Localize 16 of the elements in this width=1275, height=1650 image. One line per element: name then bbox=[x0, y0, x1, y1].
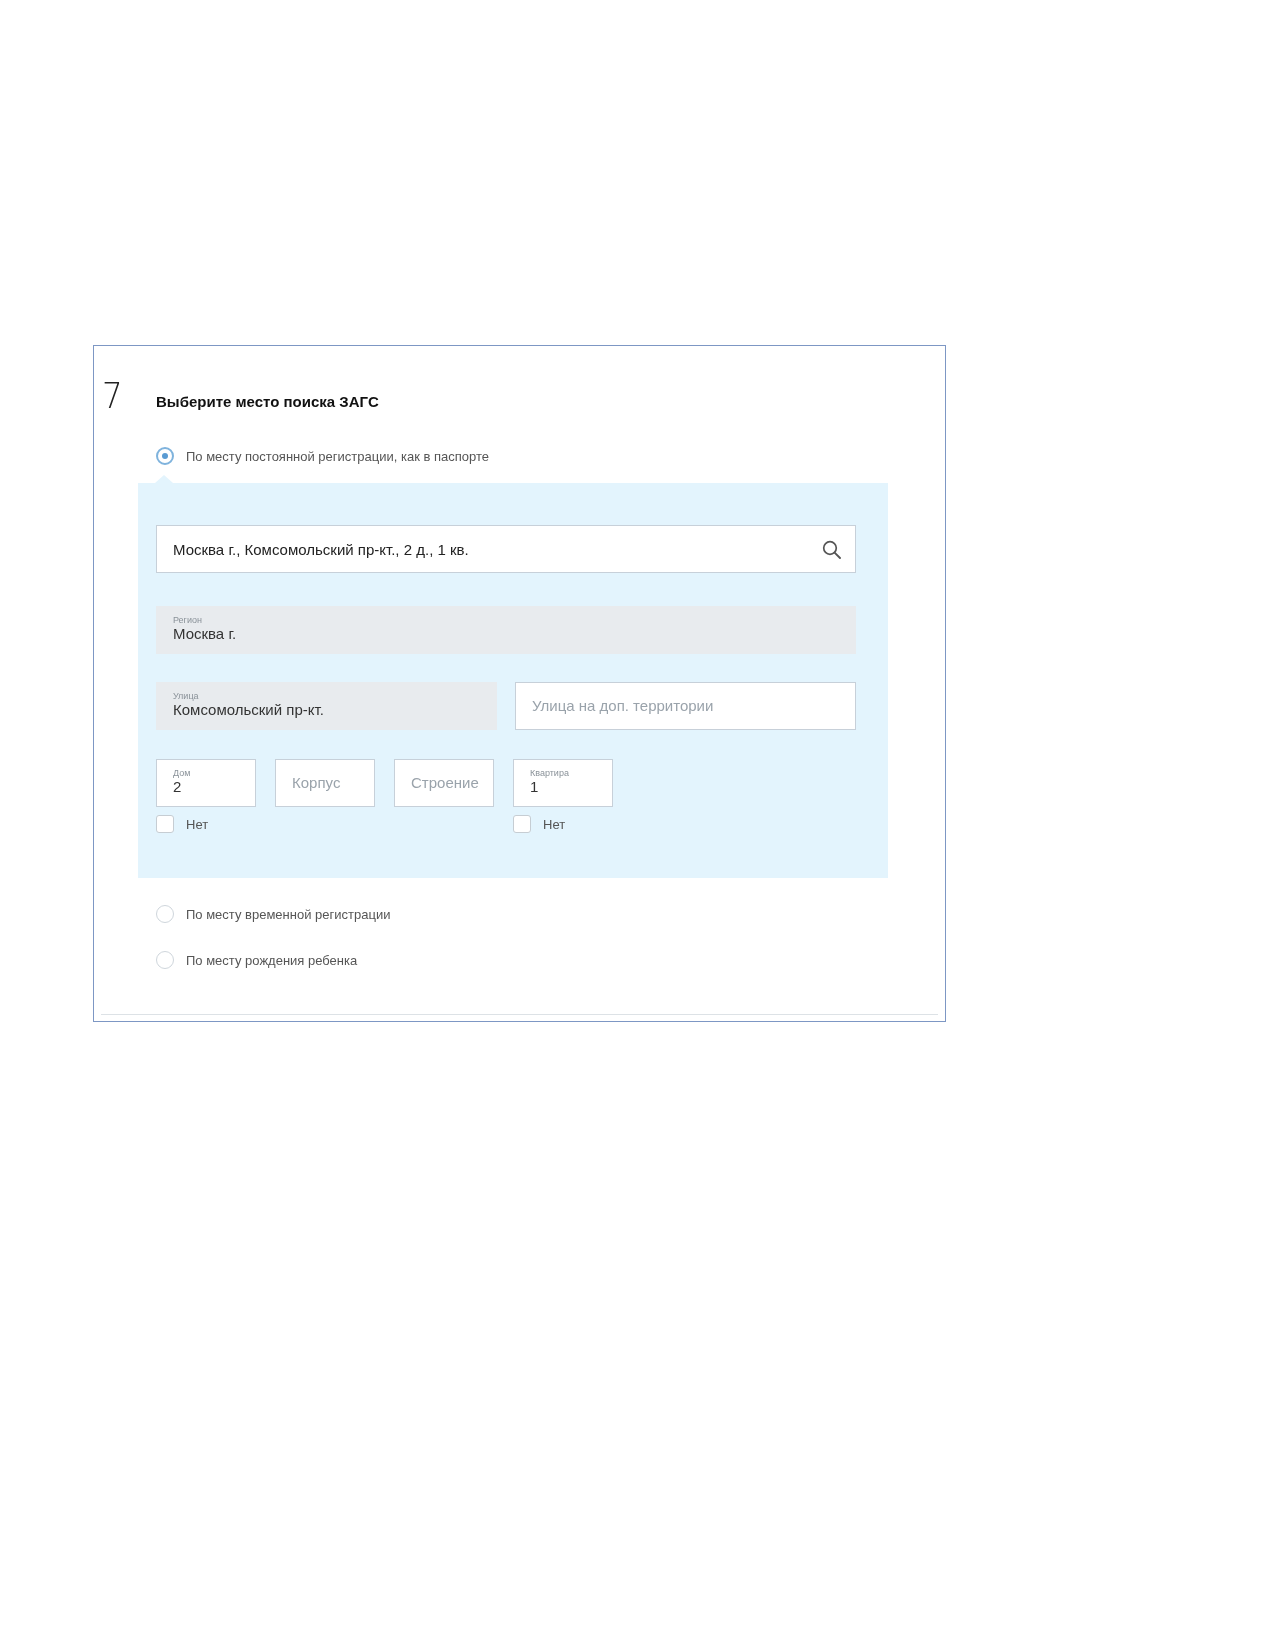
option-label[interactable]: По месту постоянной регистрации, как в паспорте bbox=[186, 448, 489, 464]
radio-button[interactable] bbox=[156, 951, 174, 969]
input-field[interactable]: Дом 2 bbox=[156, 759, 256, 807]
search-icon[interactable] bbox=[822, 539, 841, 559]
search-field[interactable]: Москва г., Комсомольский пр-кт., 2 д., 1 кв. bbox=[156, 525, 856, 573]
step-number: 7 bbox=[101, 379, 124, 413]
checkbox-label[interactable]: Нет bbox=[186, 816, 209, 832]
checkbox-label[interactable]: Нет bbox=[543, 816, 566, 832]
checkbox[interactable] bbox=[513, 815, 531, 833]
radio-button[interactable] bbox=[156, 447, 174, 465]
radio-button[interactable] bbox=[156, 905, 174, 923]
option-label[interactable]: По месту рождения ребенка bbox=[186, 952, 358, 968]
section-title: Выберите место поиска ЗАГС bbox=[156, 393, 379, 410]
option-label[interactable]: По месту временной регистрации bbox=[186, 906, 391, 922]
checkbox[interactable] bbox=[156, 815, 174, 833]
input-field[interactable]: Квартира 1 bbox=[513, 759, 613, 807]
